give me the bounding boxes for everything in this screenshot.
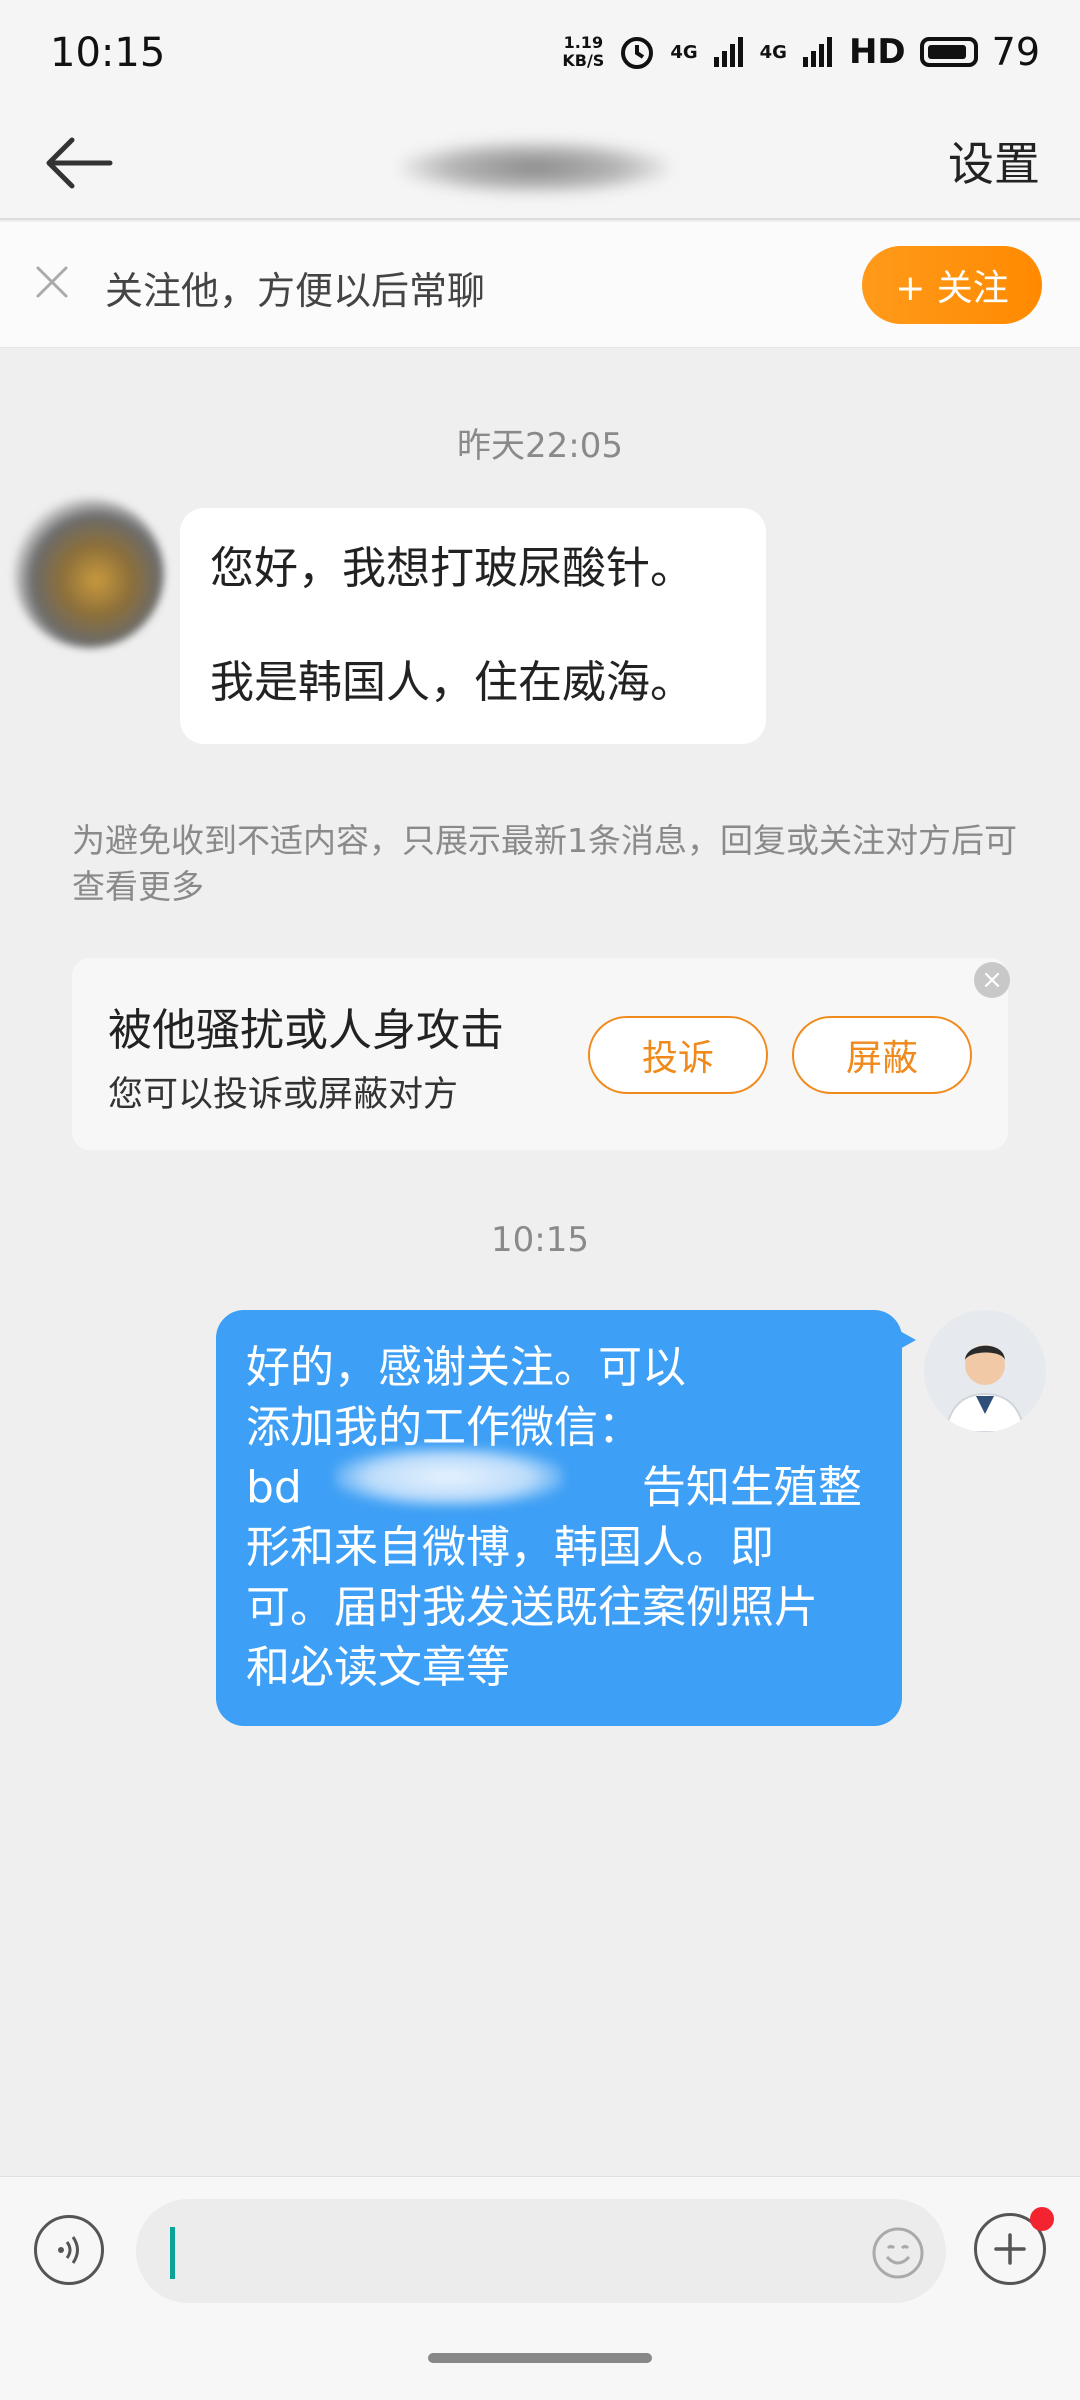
voice-icon <box>58 2236 79 2264</box>
redaction-blur <box>400 140 670 195</box>
block-button[interactable]: 屏蔽 <box>792 1016 972 1094</box>
emoji-icon[interactable] <box>870 2225 926 2281</box>
network-speed: 1.19 KB/S <box>562 33 605 70</box>
battery-icon <box>919 37 978 67</box>
report-card-title: 被他骚扰或人身攻击 <box>108 1005 504 1056</box>
content-filter-notice: 为避免收到不适内容，只展示最新1条消息，回复或关注对方后可查看更多 <box>72 821 1017 906</box>
notification-dot <box>1030 2207 1054 2231</box>
alarm-icon <box>621 37 654 69</box>
voice-input-button[interactable] <box>34 2215 104 2285</box>
message-line: 可。届时我发送既往案例照片 <box>246 1582 818 1633</box>
plus-icon <box>994 2233 1026 2265</box>
harassment-report-card: 被他骚扰或人身攻击 您可以投诉或屏蔽对方 投诉 屏蔽 × <box>72 958 1010 1150</box>
close-icon[interactable] <box>32 262 72 302</box>
sender-avatar[interactable] <box>14 498 164 648</box>
message-fragment: bd <box>246 1462 302 1513</box>
text-cursor <box>170 2227 175 2279</box>
hd-indicator: HD <box>848 32 906 72</box>
person-avatar-icon <box>924 1310 1046 1432</box>
status-time: 10:15 <box>50 30 166 76</box>
message-line: 形和来自微博，韩国人。即 <box>246 1522 774 1573</box>
network-4g-2: 4G <box>759 41 787 63</box>
status-bar: 10:15 1.19 KB/S 4G 4G HD 79 <box>0 0 1080 110</box>
top-nav-bar: 设置 <box>0 110 1080 220</box>
status-icons: 1.19 KB/S 4G 4G HD 79 <box>562 30 1040 74</box>
message-line: 好的，感谢关注。可以 <box>246 1342 686 1393</box>
message-line: 和必读文章等 <box>246 1642 510 1693</box>
close-card-icon[interactable]: × <box>974 962 1010 998</box>
chat-title-redacted <box>390 130 680 200</box>
follow-prompt-text: 关注他，方便以后常聊 <box>105 269 486 313</box>
message-input-bar <box>0 2176 1080 2400</box>
message-input[interactable] <box>136 2199 946 2303</box>
follow-banner: 关注他，方便以后常聊 + 关注 <box>0 222 1080 348</box>
settings-button[interactable]: 设置 <box>948 128 1040 194</box>
back-arrow-icon[interactable] <box>40 128 120 198</box>
follow-button[interactable]: + 关注 <box>862 246 1042 324</box>
signal-icon <box>713 37 743 67</box>
message-timestamp: 昨天22:05 <box>457 426 623 466</box>
complain-button[interactable]: 投诉 <box>588 1016 768 1094</box>
message-line: 您好，我想打玻尿酸针。 <box>210 543 694 594</box>
report-card-subtitle: 您可以投诉或屏蔽对方 <box>108 1075 459 1115</box>
message-line: 添加我的工作微信： <box>246 1402 642 1453</box>
message-line: 我是韩国人，住在威海。 <box>210 657 694 708</box>
doctor-avatar[interactable] <box>924 1310 1046 1432</box>
message-fragment: 告知生殖整 <box>641 1462 862 1513</box>
home-indicator[interactable] <box>428 2353 652 2363</box>
message-timestamp: 10:15 <box>491 1220 589 1260</box>
redaction-blur <box>334 1447 564 1507</box>
battery-level: 79 <box>991 30 1040 74</box>
incoming-message-bubble[interactable]: 您好，我想打玻尿酸针。 我是韩国人，住在威海。 <box>180 508 766 744</box>
outgoing-message-bubble[interactable]: 好的，感谢关注。可以 添加我的工作微信： bd 告知生殖整 形和来自微博，韩国人。… <box>216 1310 916 1726</box>
network-4g-1: 4G <box>670 41 698 63</box>
signal-icon-2 <box>802 37 832 67</box>
